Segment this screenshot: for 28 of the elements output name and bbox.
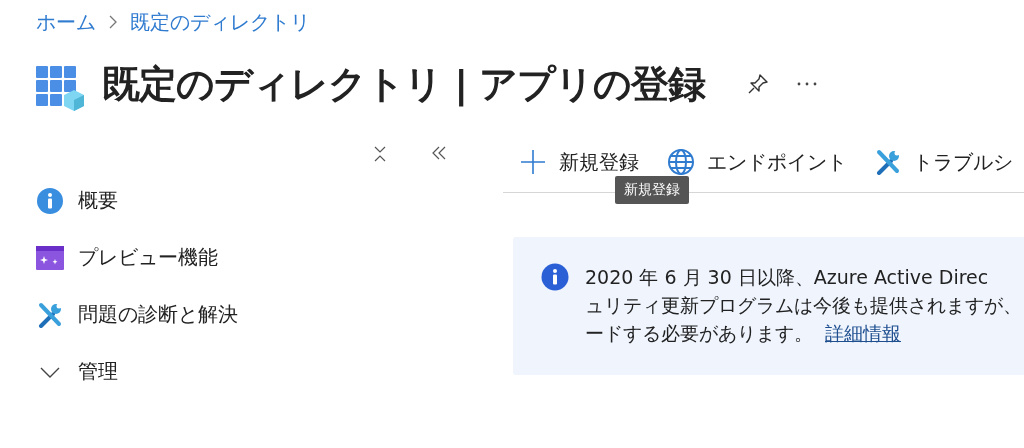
sidebar-item[interactable]: プレビュー機能	[78, 244, 218, 271]
app-grid-icon	[36, 66, 86, 112]
plus-icon	[519, 148, 547, 176]
pin-icon[interactable]	[747, 73, 770, 95]
double-chevron-left-icon[interactable]	[431, 146, 447, 160]
banner-text: 2020 年 6 月 30 日以降、Azure Active Direc	[585, 266, 989, 288]
chevron-right-icon	[108, 14, 118, 30]
sidebar-item[interactable]: 管理	[78, 358, 118, 385]
banner-text: ードする必要があります。	[585, 322, 813, 344]
banner-text: ュリティ更新プログラムは今後も提供されますが、	[585, 294, 1022, 316]
toolbar-button[interactable]: エンドポイント	[663, 148, 851, 176]
toolbar-button[interactable]: トラブルシ	[871, 148, 1017, 176]
page-title: 既定のディレクトリ | アプリの登録	[102, 60, 706, 109]
info-icon	[36, 186, 64, 215]
sparkle-window-icon	[36, 245, 64, 270]
breadcrumb-link[interactable]: ホーム	[36, 8, 96, 36]
tools-icon	[875, 149, 901, 175]
globe-icon	[667, 148, 695, 176]
tooltip: 新規登録	[615, 176, 689, 204]
sidebar-item[interactable]: 概要	[78, 187, 118, 214]
info-icon	[541, 263, 569, 291]
more-info-link[interactable]: 詳細情報	[825, 322, 901, 344]
collapse-all-icon[interactable]	[373, 146, 387, 162]
breadcrumb-link[interactable]: 既定のディレクトリ	[130, 8, 310, 36]
sidebar-item[interactable]: 問題の診断と解決	[78, 301, 238, 328]
more-icon[interactable]	[797, 82, 818, 86]
toolbar-button[interactable]: 新規登録	[515, 148, 643, 176]
tools-icon	[36, 301, 64, 328]
